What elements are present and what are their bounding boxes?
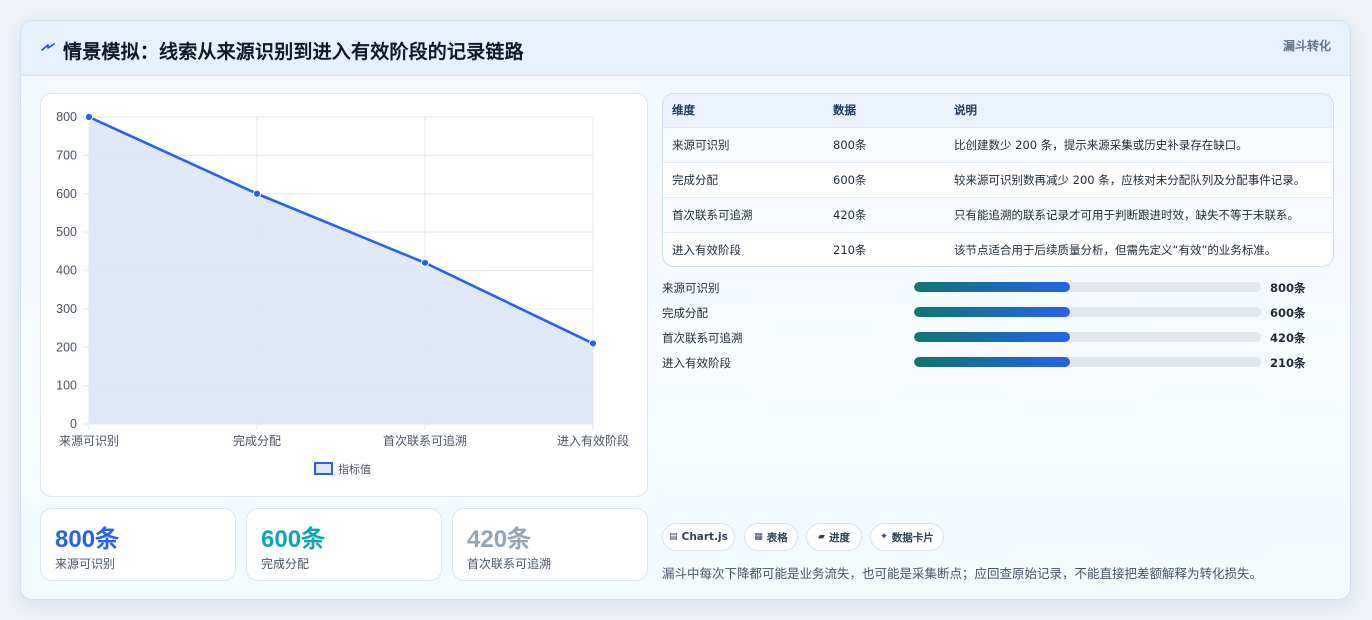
data-point [252,189,262,198]
table-cell: 来源可识别 [672,137,730,152]
column-header: 维度 [672,103,695,118]
x-tick-label: 来源可识别 [59,434,119,448]
y-tick-label: 400 [56,264,77,278]
table-cell: 210条 [833,242,867,257]
table-cell: 首次联系可追溯 [672,207,753,222]
chart-icon: ▤ [669,532,678,542]
progress-value: 600条 [1270,306,1306,320]
progress-fill [914,282,1071,292]
stat-card: 600条 完成分配 [246,508,442,581]
chip-progress[interactable]: ▰ 进度 [806,523,862,551]
chip-chartjs[interactable]: ▤ Chart.js [662,523,735,551]
stat-label: 完成分配 [261,557,310,571]
y-tick-label: 0 [70,417,77,431]
table-row: 进入有效阶段 210条 该节点适合用于后续质量分析，但需先定义“有效”的业务标准… [663,232,1333,266]
progress-fill [914,357,1071,367]
data-point [84,112,94,122]
stat-card: 800条 来源可识别 [40,508,236,581]
stat-value: 800条 [55,526,120,553]
chip-label: Chart.js [681,531,728,543]
table-cell: 只有能追溯的联系记录才可用于判断跟进时效，缺失不等于未联系。 [954,207,1299,222]
legend-label: 指标值 [338,462,371,476]
card-header: 情景模拟：线索从来源识别到进入有效阶段的记录链路 漏斗转化 [21,21,1350,76]
y-tick-label: 200 [56,340,77,354]
progress-value: 210条 [1270,356,1306,370]
table-icon: ▦ [754,532,763,542]
progress-track [914,332,1261,342]
y-tick-label: 600 [56,187,77,201]
table-row: 首次联系可追溯 420条 只有能追溯的联系记录才可用于判断跟进时效，缺失不等于未… [663,197,1333,232]
progress-label: 首次联系可追溯 [662,331,743,345]
table-row: 完成分配 600条 较来源可识别数再减少 200 条，应核对未分配队列及分配事件… [663,162,1333,197]
x-tick-label: 首次联系可追溯 [383,433,467,448]
data-table: 维度 数据 说明 来源可识别 800条 比创建数少 200 条，提示来源采集或历… [662,93,1334,267]
y-tick-label: 800 [56,110,77,124]
table-cell: 600条 [833,172,867,187]
y-tick-label: 700 [56,148,77,162]
lightning-icon [41,43,55,51]
table-cell: 完成分配 [672,172,718,187]
y-tick-label: 100 [56,379,77,393]
progress-track [914,307,1261,317]
funnel-chart: 0 100 200 300 400 500 600 700 800 来源可识别 完成分配 首次联系可追… [40,93,648,497]
table-cell: 较来源可识别数再减少 200 条，应核对未分配队列及分配事件记录。 [954,172,1306,187]
progress-track [914,282,1261,292]
chip-data-card[interactable]: ✦ 数据卡片 [870,523,944,551]
progress-fill [914,332,1071,342]
progress-label: 进入有效阶段 [662,356,731,370]
x-tick-label: 进入有效阶段 [557,433,629,448]
progress-label: 完成分配 [662,306,708,320]
progress-row: 首次联系可追溯 420条 [662,327,1334,352]
y-tick-label: 500 [56,225,77,239]
chip-label: 进度 [828,531,850,544]
progress-track [914,357,1261,367]
table-cell: 800条 [833,137,867,152]
progress-fill [914,307,1071,317]
stat-card: 420条 首次联系可追溯 [452,508,648,581]
chip-label: 表格 [766,531,788,544]
stat-value: 420条 [467,526,532,553]
page-title: 情景模拟：线索从来源识别到进入有效阶段的记录链路 [63,41,524,63]
funnel-badge: 漏斗转化 [1282,39,1331,53]
y-tick-label: 300 [56,302,77,316]
table-cell: 420条 [833,207,867,222]
chart-canvas: 0 100 200 300 400 500 600 700 800 来源可识别 完成分配 首次联系可追… [56,110,629,476]
stat-value: 600条 [261,526,326,553]
progress-list: 来源可识别 800条 完成分配 600条 首次联系可追溯 420条 进入有效阶段… [662,277,1334,377]
stat-label: 首次联系可追溯 [467,557,552,571]
sparkle-icon: ✦ [880,532,888,542]
progress-label: 来源可识别 [662,281,720,295]
table-header-row: 维度 数据 说明 [663,94,1333,127]
progress-row: 来源可识别 800条 [662,277,1334,302]
column-header: 说明 [954,103,977,118]
data-point [588,339,598,348]
stat-label: 来源可识别 [55,557,116,571]
legend-swatch [314,462,333,475]
table-cell: 该节点适合用于后续质量分析，但需先定义“有效”的业务标准。 [954,242,1277,257]
table-cell: 进入有效阶段 [672,242,741,257]
progress-icon: ▰ [818,532,825,542]
progress-row: 进入有效阶段 210条 [662,352,1334,377]
chip-label: 数据卡片 [891,531,934,544]
progress-value: 420条 [1270,331,1306,345]
table-row: 来源可识别 800条 比创建数少 200 条，提示来源采集或历史补录存在缺口。 [663,127,1333,162]
chip-table[interactable]: ▦ 表格 [744,523,798,551]
scenario-card: 情景模拟：线索从来源识别到进入有效阶段的记录链路 漏斗转化 0 100 200 300… [20,20,1351,600]
footnote: 漏斗中每次下降都可能是业务流失，也可能是采集断点；应回查原始记录，不能直接把差额… [662,566,1263,581]
x-tick-label: 完成分配 [233,433,281,448]
column-header: 数据 [833,103,856,118]
progress-value: 800条 [1270,281,1306,295]
data-point [420,258,430,267]
progress-row: 完成分配 600条 [662,302,1334,327]
table-cell: 比创建数少 200 条，提示来源采集或历史补录存在缺口。 [954,137,1248,152]
